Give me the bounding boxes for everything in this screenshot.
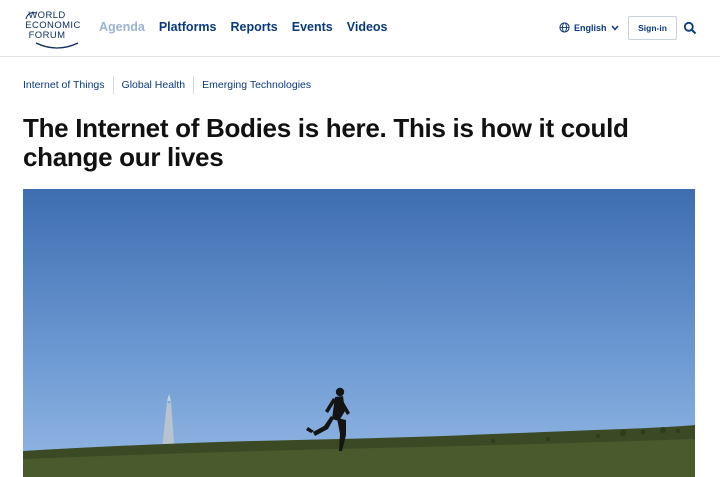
wef-logo[interactable]: WORLD ECONOMIC FORUM — [22, 9, 92, 49]
nav-item-agenda[interactable]: Agenda — [99, 20, 145, 34]
hero-photo-runner — [23, 189, 695, 477]
nav-item-reports[interactable]: Reports — [231, 20, 278, 34]
search-button[interactable] — [683, 21, 697, 35]
article-title: The Internet of Bodies is here. This is … — [23, 113, 629, 172]
search-icon — [683, 21, 697, 35]
chevron-down-icon — [610, 25, 619, 31]
logo-line: FORUM — [28, 30, 66, 41]
tag-emerging-technologies[interactable]: Emerging Technologies — [193, 76, 319, 94]
globe-icon — [559, 22, 570, 33]
main-nav: Agenda Platforms Reports Events Videos — [99, 20, 388, 34]
tag-global-health[interactable]: Global Health — [112, 76, 194, 94]
language-label: English — [574, 22, 607, 33]
nav-item-platforms[interactable]: Platforms — [159, 20, 217, 34]
tag-internet-of-things[interactable]: Internet of Things — [23, 76, 113, 94]
hero-image — [23, 189, 695, 477]
nav-item-videos[interactable]: Videos — [347, 20, 388, 34]
topic-tags: Internet of Things Global Health Emergin… — [23, 75, 319, 95]
site-header: WORLD ECONOMIC FORUM Agenda Platforms Re… — [0, 0, 720, 57]
language-selector[interactable]: English — [559, 22, 619, 33]
nav-item-events[interactable]: Events — [292, 20, 333, 34]
sign-in-button[interactable]: Sign-in — [628, 16, 677, 40]
